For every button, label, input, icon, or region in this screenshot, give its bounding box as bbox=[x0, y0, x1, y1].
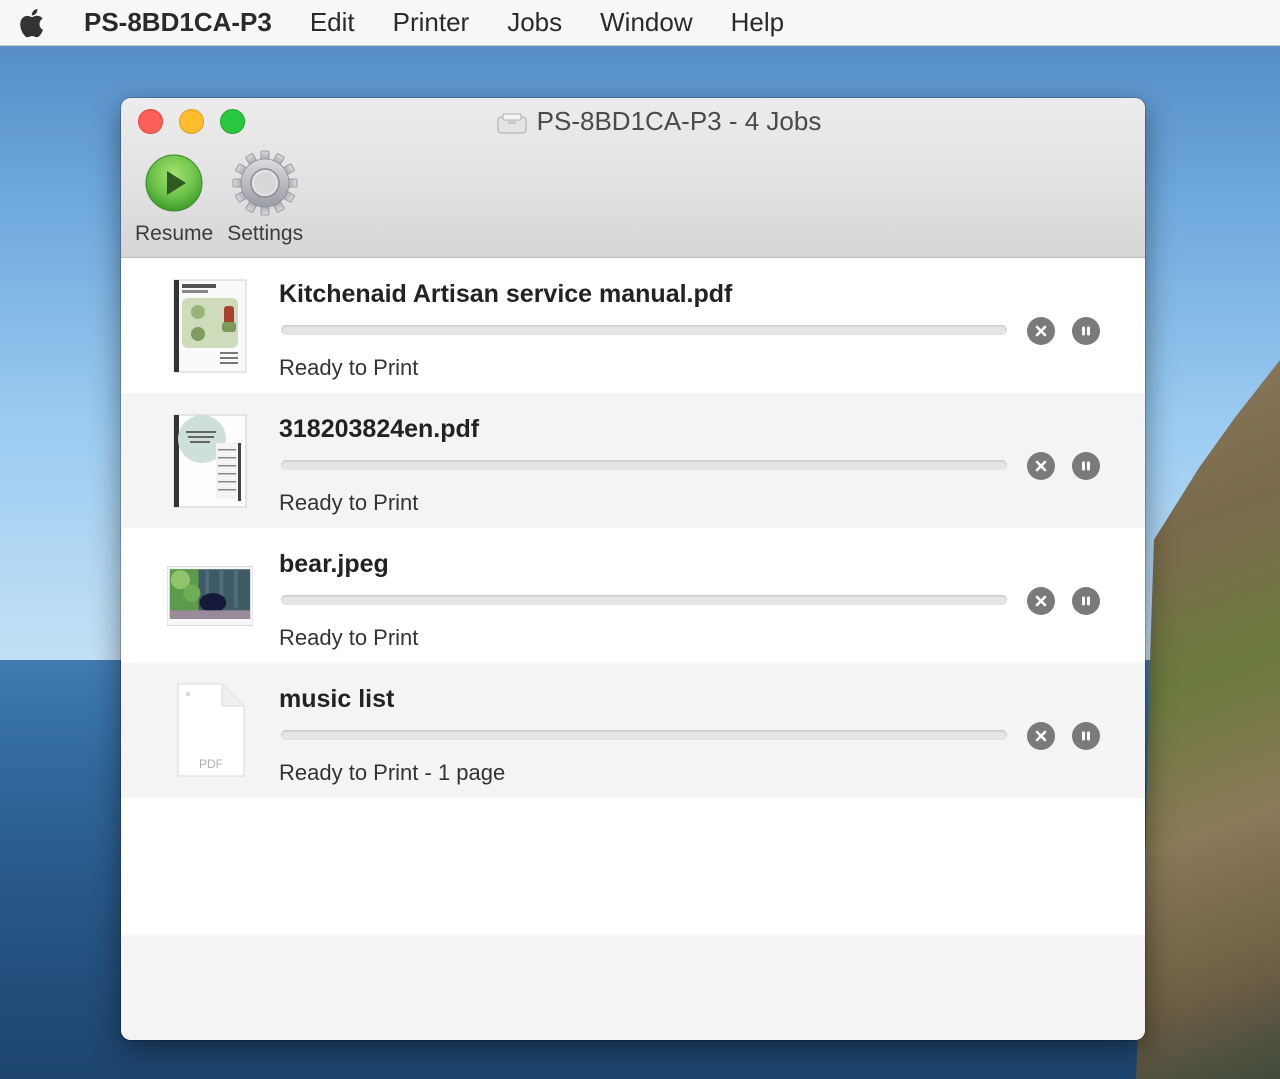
menu-bar: PS-8BD1CA-P3 Edit Printer Jobs Window He… bbox=[0, 0, 1280, 46]
job-name: bear.jpeg bbox=[279, 550, 389, 578]
cancel-job-button[interactable] bbox=[1027, 587, 1055, 615]
job-list-empty-row bbox=[121, 798, 1145, 935]
pause-icon bbox=[1082, 326, 1090, 336]
gear-icon bbox=[232, 150, 298, 216]
pause-icon bbox=[1082, 461, 1090, 471]
pause-icon bbox=[1082, 731, 1090, 741]
pdf-file-icon: PDF bbox=[167, 681, 253, 781]
close-icon bbox=[1035, 730, 1047, 742]
window-title: PS-8BD1CA-P3 - 4 Jobs bbox=[121, 106, 1145, 137]
pdf-file-label: PDF bbox=[199, 757, 223, 771]
menu-jobs[interactable]: Jobs bbox=[507, 7, 562, 38]
pause-job-button[interactable] bbox=[1072, 722, 1100, 750]
bear-photo-thumbnail bbox=[167, 546, 253, 646]
job-row[interactable]: PDF music list Ready to Print - 1 page bbox=[121, 663, 1145, 798]
resume-label: Resume bbox=[135, 222, 214, 245]
settings-label: Settings bbox=[227, 222, 304, 245]
resume-button[interactable]: Resume bbox=[135, 150, 213, 246]
pause-job-button[interactable] bbox=[1072, 317, 1100, 345]
play-icon bbox=[141, 150, 207, 216]
job-row[interactable]: 318203824en.pdf Ready to Print bbox=[121, 393, 1145, 528]
job-progress-bar bbox=[281, 460, 1007, 470]
settings-button[interactable]: Settings bbox=[227, 150, 303, 246]
menu-edit[interactable]: Edit bbox=[310, 7, 355, 38]
job-status: Ready to Print bbox=[279, 490, 419, 515]
close-icon bbox=[1035, 325, 1047, 337]
job-name: 318203824en.pdf bbox=[279, 415, 480, 443]
pause-job-button[interactable] bbox=[1072, 587, 1100, 615]
job-status: Ready to Print bbox=[279, 625, 419, 650]
pause-job-button[interactable] bbox=[1072, 452, 1100, 480]
toolbar: Resume Settings bbox=[135, 150, 303, 246]
menu-help[interactable]: Help bbox=[731, 7, 784, 38]
job-list-empty-row bbox=[121, 935, 1145, 1040]
job-progress-bar bbox=[281, 325, 1007, 335]
manual-document-thumbnail bbox=[167, 411, 253, 511]
apple-logo-icon[interactable] bbox=[16, 6, 46, 40]
menu-window[interactable]: Window bbox=[600, 7, 692, 38]
close-icon bbox=[1035, 460, 1047, 472]
job-progress-bar bbox=[281, 730, 1007, 740]
manual-document-thumbnail bbox=[167, 276, 253, 376]
job-row[interactable]: bear.jpeg Ready to Print bbox=[121, 528, 1145, 663]
print-queue-window: PS-8BD1CA-P3 - 4 Jobs Resume Settings Ki… bbox=[121, 98, 1145, 1040]
printer-icon bbox=[497, 111, 527, 133]
job-row[interactable]: Kitchenaid Artisan service manual.pdf Re… bbox=[121, 258, 1145, 393]
job-name: music list bbox=[279, 685, 395, 713]
cancel-job-button[interactable] bbox=[1027, 317, 1055, 345]
job-name: Kitchenaid Artisan service manual.pdf bbox=[279, 280, 733, 308]
job-status: Ready to Print bbox=[279, 355, 419, 380]
cancel-job-button[interactable] bbox=[1027, 722, 1055, 750]
menu-app-name[interactable]: PS-8BD1CA-P3 bbox=[84, 7, 272, 38]
pause-icon bbox=[1082, 596, 1090, 606]
cancel-job-button[interactable] bbox=[1027, 452, 1055, 480]
job-list: Kitchenaid Artisan service manual.pdf Re… bbox=[121, 258, 1145, 798]
window-titlebar[interactable]: PS-8BD1CA-P3 - 4 Jobs Resume Settings bbox=[121, 98, 1145, 258]
menu-printer[interactable]: Printer bbox=[393, 7, 470, 38]
window-title-text: PS-8BD1CA-P3 - 4 Jobs bbox=[536, 106, 822, 136]
job-status: Ready to Print - 1 page bbox=[279, 760, 506, 785]
job-progress-bar bbox=[281, 595, 1007, 605]
close-icon bbox=[1035, 595, 1047, 607]
